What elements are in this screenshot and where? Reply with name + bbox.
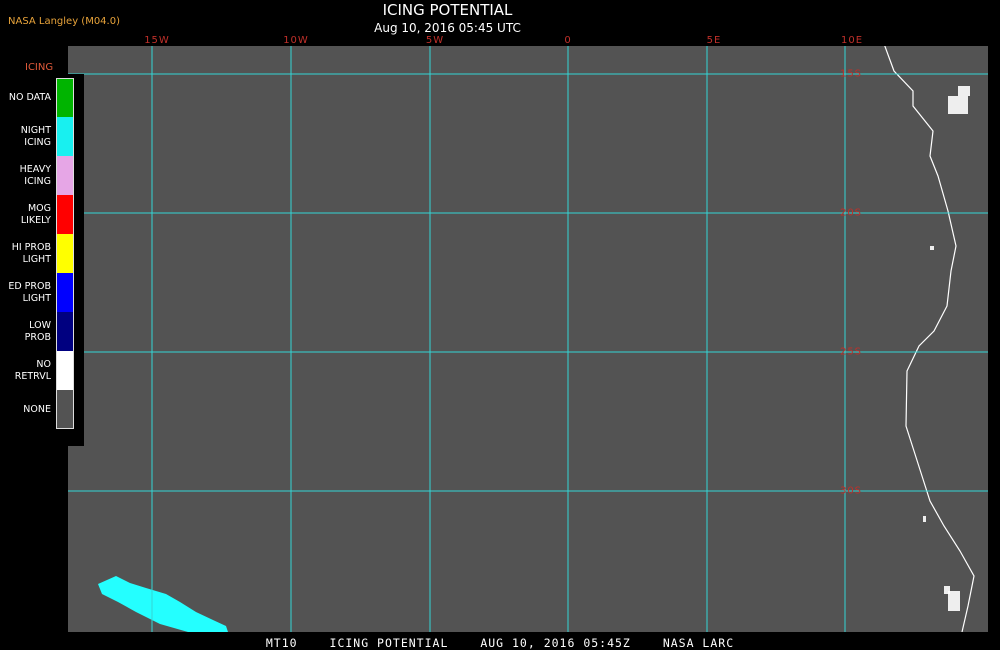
legend-title: ICING	[25, 62, 54, 73]
legend-item-label: MOG LIKELY	[20, 202, 51, 226]
map-panel	[68, 46, 988, 632]
legend-swatch	[56, 351, 74, 390]
legend-swatch	[56, 273, 74, 312]
longitude-label: 5W	[425, 35, 445, 46]
legend-swatch	[56, 117, 74, 156]
legend-item: NIGHT ICING	[0, 117, 84, 156]
coastline-path	[884, 46, 975, 632]
no-retrieval-speckle	[948, 96, 968, 114]
legend-item: MOG LIKELY	[0, 195, 84, 234]
product-timestamp: Aug 10, 2016 05:45 UTC	[374, 21, 521, 35]
footer-source: NASA LARC	[662, 636, 735, 650]
legend-item: HI PROB LIGHT	[0, 234, 84, 273]
legend-swatch	[56, 195, 74, 234]
legend-item-label: NO DATA	[8, 91, 51, 103]
footer-product: ICING POTENTIAL	[329, 636, 449, 650]
footer-caption: MT10 ICING POTENTIAL AUG 10, 2016 05:45Z…	[0, 636, 1000, 650]
legend-item: ED PROB LIGHT	[0, 273, 84, 312]
footer-datetime: AUG 10, 2016 05:45Z	[480, 636, 631, 650]
no-retrieval-speckle	[923, 516, 926, 522]
no-retrieval-speckle	[930, 246, 934, 250]
longitude-label: 0	[564, 35, 572, 46]
legend-item: NO DATA	[0, 78, 84, 117]
map-canvas	[68, 46, 988, 632]
latitude-label: 15S	[839, 68, 863, 80]
legend-item-label: NIGHT ICING	[20, 124, 51, 148]
legend-swatch	[56, 156, 74, 195]
longitude-label: 5E	[706, 35, 722, 46]
lat-lon-grid	[68, 46, 988, 632]
latitude-label: 25S	[839, 346, 863, 358]
legend-swatch	[56, 312, 74, 351]
no-retrieval-speckle	[944, 586, 950, 594]
legend-item-label: ED PROB LIGHT	[8, 280, 51, 304]
longitude-label: 10E	[840, 35, 864, 46]
legend-item-label: NO RETRVL	[14, 358, 51, 382]
longitude-label: 15W	[144, 35, 170, 46]
legend-item-label: HEAVY ICING	[19, 163, 51, 187]
longitude-label: 10W	[283, 35, 309, 46]
no-retrieval-speckle	[958, 86, 970, 96]
latitude-label: 30S	[839, 485, 863, 497]
legend-item-label: NONE	[23, 403, 51, 415]
legend-item-label: LOW PROB	[24, 319, 51, 343]
legend-item: NO RETRVL	[0, 351, 84, 390]
latitude-label: 20S	[839, 207, 863, 219]
footer-satellite: MT10	[265, 636, 298, 650]
legend-swatch	[56, 78, 74, 117]
legend: NO DATA NIGHT ICING HEAVY ICING MOG LIKELY H…	[0, 74, 84, 446]
legend-item: LOW PROB	[0, 312, 84, 351]
product-title: ICING POTENTIAL	[382, 1, 513, 19]
coastline	[884, 46, 975, 632]
legend-item-label: HI PROB LIGHT	[11, 241, 51, 265]
legend-item: HEAVY ICING	[0, 156, 84, 195]
night-icing-patch	[98, 576, 228, 632]
legend-swatch	[56, 390, 74, 429]
legend-swatch	[56, 234, 74, 273]
night-icing-region	[98, 576, 228, 632]
legend-item: NONE	[0, 390, 84, 429]
